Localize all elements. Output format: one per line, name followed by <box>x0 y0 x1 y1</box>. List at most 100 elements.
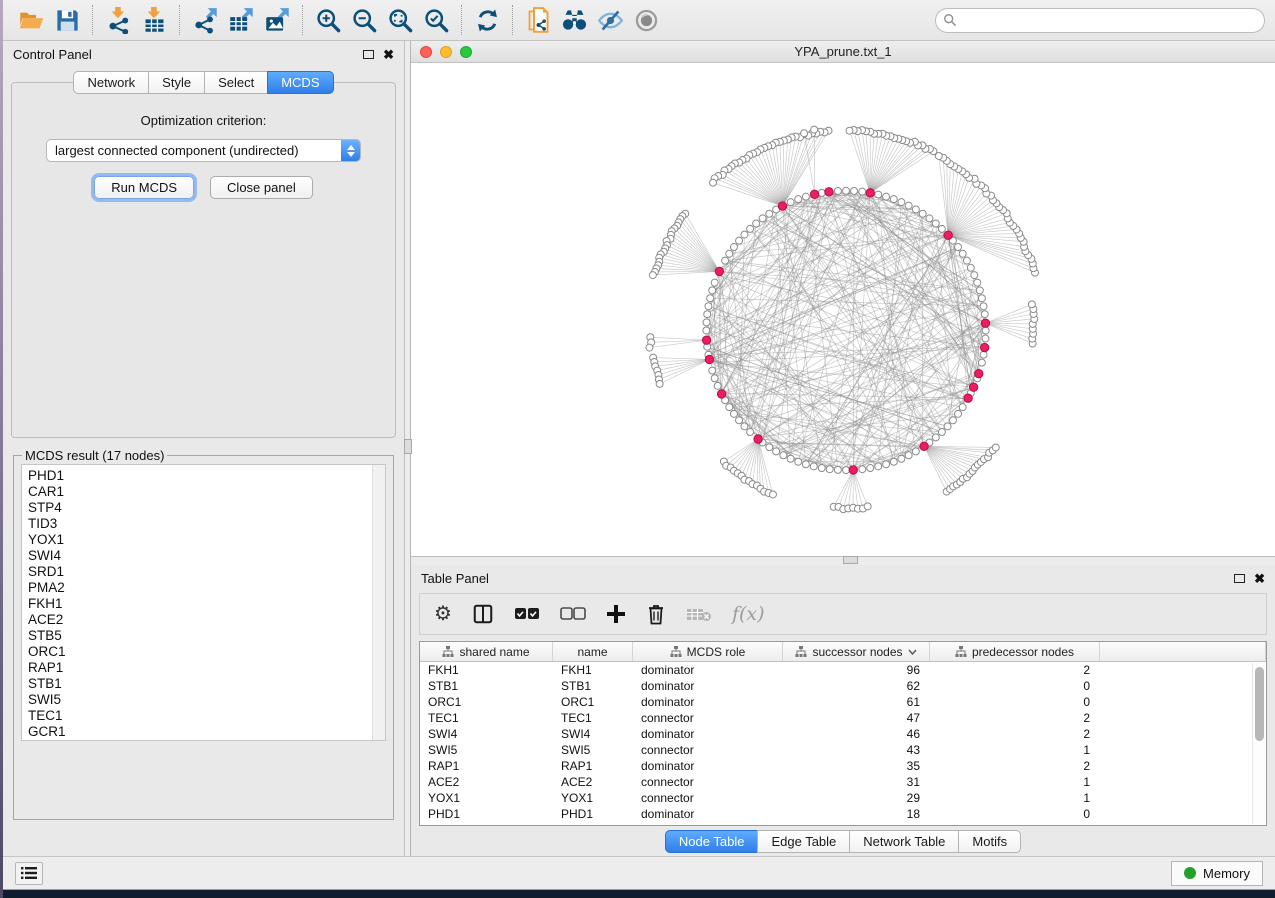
close-panel-icon[interactable]: ✖ <box>1254 572 1265 585</box>
tab-select[interactable]: Select <box>204 71 268 94</box>
mcds-result-item[interactable]: SWI4 <box>28 548 385 564</box>
apply-layout-button[interactable] <box>469 3 505 37</box>
function-builder-button: f(x) <box>732 599 765 629</box>
table-cell: 31 <box>783 774 930 790</box>
select-all-columns-button[interactable] <box>514 599 540 629</box>
unchecked-boxes-icon <box>560 607 586 621</box>
mcds-result-item[interactable]: SWI5 <box>28 692 385 708</box>
table-row[interactable]: ORC1ORC1dominator610 <box>420 694 1266 710</box>
search-input[interactable] <box>935 8 1265 33</box>
network-graph[interactable] <box>411 63 1275 556</box>
mcds-result-item[interactable]: STB5 <box>28 628 385 644</box>
zoom-selected-button[interactable] <box>418 3 454 37</box>
column-header-MCDS-role[interactable]: MCDS role <box>633 642 783 661</box>
tab-network[interactable]: Network <box>73 71 149 94</box>
column-header-name[interactable]: name <box>553 642 633 661</box>
export-network-button[interactable] <box>187 3 223 37</box>
checked-boxes-icon <box>514 607 540 621</box>
first-neighbors-button[interactable] <box>556 3 592 37</box>
tab-network-table[interactable]: Network Table <box>849 830 959 853</box>
mcds-result-list[interactable]: PHD1CAR1STP4TID3YOX1SWI4SRD1PMA2FKH1ACE2… <box>21 464 386 741</box>
float-panel-icon[interactable] <box>1234 574 1245 583</box>
import-table-button[interactable] <box>136 3 172 37</box>
close-panel-icon[interactable]: ✖ <box>383 48 394 61</box>
plus-icon <box>606 604 626 624</box>
table-row[interactable]: FKH1FKH1dominator962 <box>420 662 1266 678</box>
vertical-splitter[interactable] <box>404 41 411 856</box>
create-column-button[interactable] <box>606 599 626 629</box>
delete-column-button[interactable] <box>646 599 666 629</box>
float-panel-icon[interactable] <box>363 50 374 59</box>
table-cell: 0 <box>930 678 1100 694</box>
control-panel: Control Panel ✖ NetworkStyleSelectMCDS O… <box>3 41 404 856</box>
column-header-shared-name[interactable]: shared name <box>420 642 553 661</box>
memory-label: Memory <box>1203 866 1250 881</box>
splitter-handle[interactable] <box>404 439 412 454</box>
mcds-result-item[interactable]: ORC1 <box>28 644 385 660</box>
table-scrollbar[interactable] <box>1252 663 1265 824</box>
mcds-result-item[interactable]: PMA2 <box>28 580 385 596</box>
optimization-criterion-select[interactable]: largest connected component (undirected) <box>46 139 361 162</box>
mcds-result-item[interactable]: STP4 <box>28 500 385 516</box>
close-panel-button[interactable]: Close panel <box>210 176 313 199</box>
scrollbar-thumb[interactable] <box>1255 667 1264 741</box>
mcds-result-item[interactable]: STB1 <box>28 676 385 692</box>
mcds-result-item[interactable]: SRD1 <box>28 564 385 580</box>
network-canvas[interactable] <box>411 63 1275 556</box>
trash-icon <box>646 603 666 625</box>
run-mcds-button[interactable]: Run MCDS <box>94 176 194 199</box>
mcds-result-item[interactable]: GCR1 <box>28 724 385 740</box>
memory-button[interactable]: Memory <box>1171 861 1263 886</box>
toolbar-separator <box>512 5 513 35</box>
export-table-icon <box>228 7 255 34</box>
table-cell: 1 <box>930 742 1100 758</box>
table-cell: 62 <box>783 678 930 694</box>
tab-edge-table[interactable]: Edge Table <box>757 830 850 853</box>
tab-style[interactable]: Style <box>148 71 205 94</box>
table-cell: 43 <box>783 742 930 758</box>
export-document-button[interactable] <box>520 3 556 37</box>
export-table-button[interactable] <box>223 3 259 37</box>
horizontal-splitter[interactable] <box>411 557 1275 565</box>
table-row[interactable]: PHD1PHD1dominator180 <box>420 806 1266 822</box>
tab-motifs[interactable]: Motifs <box>958 830 1021 853</box>
zoom-in-button[interactable] <box>310 3 346 37</box>
tab-node-table[interactable]: Node Table <box>665 830 759 853</box>
zoom-fit-button[interactable] <box>382 3 418 37</box>
hide-selected-button[interactable] <box>592 3 628 37</box>
mcds-result-item[interactable]: FKH1 <box>28 596 385 612</box>
column-header-successor-nodes[interactable]: successor nodes <box>783 642 930 661</box>
open-session-button[interactable] <box>13 3 49 37</box>
show-all-button[interactable] <box>628 3 664 37</box>
mcds-result-item[interactable]: PHD1 <box>28 468 385 484</box>
table-row[interactable]: SWI5SWI5connector431 <box>420 742 1266 758</box>
table-row[interactable]: SWI4SWI4dominator462 <box>420 726 1266 742</box>
control-panel-title: Control Panel <box>13 47 92 62</box>
mcds-result-item[interactable]: ACE2 <box>28 612 385 628</box>
show-columns-button[interactable] <box>472 599 494 629</box>
table-row[interactable]: TEC1TEC1connector472 <box>420 710 1266 726</box>
table-row[interactable]: YOX1YOX1connector291 <box>420 790 1266 806</box>
table-cell: FKH1 <box>553 662 633 678</box>
show-panels-menu-button[interactable] <box>15 862 43 885</box>
mcds-result-item[interactable]: CAR1 <box>28 484 385 500</box>
zoom-out-button[interactable] <box>346 3 382 37</box>
table-options-button[interactable]: ⚙ <box>434 599 452 629</box>
unselect-all-columns-button[interactable] <box>560 599 586 629</box>
export-image-button[interactable] <box>259 3 295 37</box>
tab-mcds[interactable]: MCDS <box>267 71 333 94</box>
binoculars-icon <box>561 7 588 34</box>
mcds-result-item[interactable]: TEC1 <box>28 708 385 724</box>
mcds-list-scrollbar[interactable] <box>372 465 385 740</box>
mcds-result-item[interactable]: TID3 <box>28 516 385 532</box>
mcds-result-item[interactable]: YOX1 <box>28 532 385 548</box>
column-header-predecessor-nodes[interactable]: predecessor nodes <box>930 642 1100 661</box>
zoom-out-icon <box>351 7 378 34</box>
import-network-button[interactable] <box>100 3 136 37</box>
table-row[interactable]: ACE2ACE2connector311 <box>420 774 1266 790</box>
mcds-result-item[interactable]: RAP1 <box>28 660 385 676</box>
splitter-handle[interactable] <box>843 556 858 564</box>
table-row[interactable]: STB1STB1dominator620 <box>420 678 1266 694</box>
save-session-button[interactable] <box>49 3 85 37</box>
table-row[interactable]: RAP1RAP1dominator352 <box>420 758 1266 774</box>
